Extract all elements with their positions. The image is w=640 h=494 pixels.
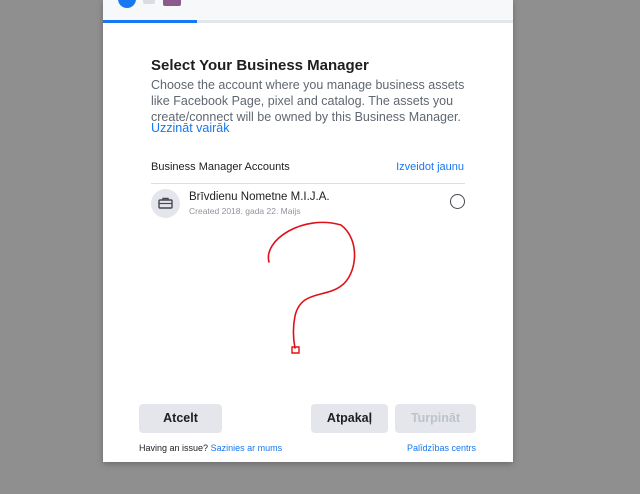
connector-icon [143, 0, 155, 4]
dialog-description: Choose the account where you manage busi… [151, 78, 465, 124]
progress-bar [103, 20, 513, 23]
hand-drawn-question-mark [267, 221, 356, 354]
account-created-date: Created 2018. gada 22. Maijs [189, 206, 301, 216]
briefcase-icon [151, 189, 180, 218]
create-new-link[interactable]: Izveidot jaunu [396, 161, 464, 173]
learn-more-link[interactable]: Uzzināt vairāk [151, 121, 230, 135]
section-divider [151, 183, 465, 184]
accounts-section-header: Business Manager Accounts [151, 161, 290, 173]
next-button[interactable]: Turpināt [395, 404, 476, 433]
footer-issue: Having an issue? Sazinies ar mums [139, 443, 282, 453]
progress-bar-fill [103, 20, 198, 23]
business-manager-dialog: › Select Your Business Manager Choose th… [103, 0, 513, 462]
dialog-header: › [103, 0, 513, 22]
cancel-button[interactable]: Atcelt [139, 404, 222, 433]
account-name: Brīvdienu Nometne M.I.J.A. [189, 191, 330, 203]
back-button[interactable]: Atpakaļ [311, 404, 388, 433]
account-list-item[interactable]: Brīvdienu Nometne M.I.J.A. Created 2018.… [151, 186, 465, 222]
issue-text: Having an issue? [139, 443, 209, 453]
dialog-title: Select Your Business Manager [151, 57, 369, 74]
contact-us-link[interactable]: Sazinies ar mums [211, 443, 283, 453]
account-radio-button[interactable] [450, 194, 465, 209]
facebook-logo-icon [118, 0, 136, 8]
help-center-link[interactable]: Palīdzības centrs [407, 443, 476, 453]
header-menu-icon[interactable]: › [453, 0, 457, 2]
partner-app-logo-icon [163, 0, 181, 6]
